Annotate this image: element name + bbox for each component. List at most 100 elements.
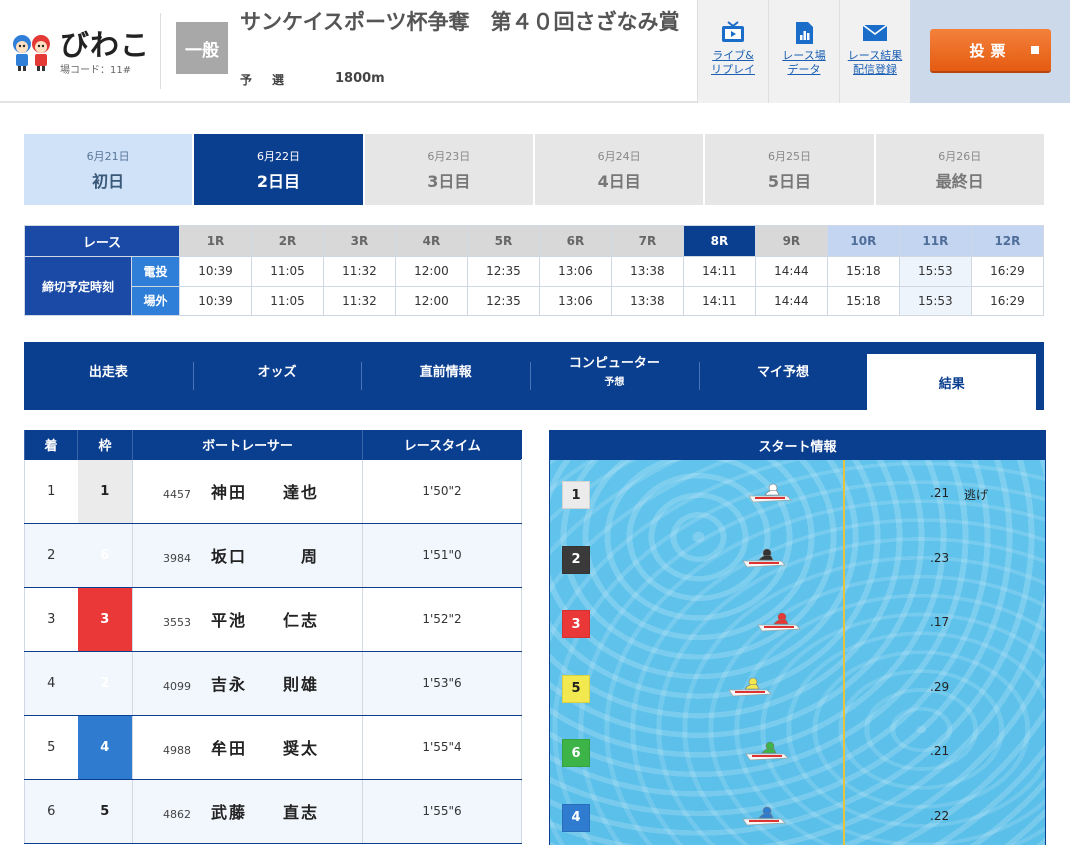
day-tab-label: 5日目 — [767, 171, 812, 191]
vote-button[interactable]: 投票 — [930, 29, 1051, 71]
racer-name[interactable]: 武藤 直志 — [211, 803, 319, 822]
race-tab-8[interactable]: 8R — [682, 225, 756, 257]
result-time: 1'53"6 — [362, 650, 522, 716]
start-row: 2.23 — [550, 539, 1045, 579]
result-waku: 6 — [77, 522, 133, 588]
race-tab-5[interactable]: 5R — [466, 225, 540, 257]
day-tab-label: 初日 — [92, 171, 125, 191]
result-row: 6 5 4862 武藤 直志 1'55"6 — [24, 778, 522, 844]
chart-doc-icon — [796, 22, 813, 44]
nav-tab-1[interactable]: 出走表 — [24, 348, 193, 392]
day-tab-date: 6月22日 — [256, 149, 300, 163]
nav-tab-5[interactable]: マイ予想 — [698, 348, 868, 392]
jogai-time: 15:53 — [898, 285, 972, 316]
result-racer[interactable]: 3553 平池 仁志 — [132, 586, 363, 652]
result-racer[interactable]: 4099 吉永 則雄 — [132, 650, 363, 716]
header-links: ライブ& リプレイ レース場 データ レース結果 配信登録 — [697, 0, 910, 103]
race-time-header: レースタイム — [362, 430, 522, 459]
racer-name[interactable]: 坂口 周 — [211, 547, 319, 566]
racer-header: ボートレーサー — [132, 430, 363, 459]
start-line — [843, 460, 845, 845]
race-tab-7[interactable]: 7R — [610, 225, 684, 257]
day-tab-date: 6月24日 — [597, 149, 641, 163]
denpyo-label: 電投 — [130, 256, 181, 287]
jogai-time: 14:11 — [682, 285, 756, 316]
grade-badge: 一般 — [176, 22, 228, 74]
start-row: 3.17 — [550, 603, 1045, 643]
racer-reg-number: 4099 — [163, 680, 191, 693]
day-tab-date: 6月21日 — [86, 149, 130, 163]
day-tab-1[interactable]: 6月21日初日 — [24, 134, 193, 205]
venue-data-link[interactable]: レース場 データ — [768, 0, 839, 103]
result-racer[interactable]: 4862 武藤 直志 — [132, 778, 363, 844]
result-time: 1'50"2 — [362, 458, 522, 524]
result-rank: 1 — [24, 458, 78, 524]
result-time: 1'55"6 — [362, 778, 522, 844]
result-row: 1 1 4457 神田 達也 1'50"2 — [24, 458, 522, 524]
result-mail-label: レース結果 配信登録 — [847, 49, 903, 76]
race-tab-4[interactable]: 4R — [394, 225, 468, 257]
day-tab-date: 6月26日 — [938, 149, 982, 163]
result-mail-link[interactable]: レース結果 配信登録 — [839, 0, 910, 103]
result-racer[interactable]: 4457 神田 達也 — [132, 458, 363, 524]
live-replay-label: ライブ& リプレイ — [711, 49, 755, 76]
result-rank: 5 — [24, 714, 78, 780]
jogai-time: 13:38 — [610, 285, 684, 316]
start-timing: .23 — [930, 550, 950, 565]
race-tab-2[interactable]: 2R — [251, 225, 324, 257]
jogai-time: 11:05 — [251, 285, 324, 316]
day-tab-3[interactable]: 6月23日 3日目 — [364, 134, 533, 205]
denpyo-time: 15:18 — [826, 256, 900, 287]
nav-tab-label: オッズ — [257, 364, 297, 380]
boat-icon — [728, 677, 772, 696]
day-tab-4[interactable]: 6月24日 4日目 — [534, 134, 704, 205]
race-number-row: レース 1R 2R 3R 4R 5R 6R 7R 8R 9R 10R 11R 12R — [23, 225, 1045, 257]
racer-name[interactable]: 神田 達也 — [211, 483, 319, 502]
nav-tab-3[interactable]: 直前情報 — [361, 348, 530, 392]
result-rank: 4 — [24, 650, 78, 716]
denpyo-time: 13:06 — [538, 256, 612, 287]
racer-name[interactable]: 平池 仁志 — [211, 611, 319, 630]
start-info-panel: スタート情報 1.21 逃げ 2.23 3.17 5.29 6.21 4.22 — [549, 430, 1046, 845]
result-racer[interactable]: 3984 坂口 周 — [132, 522, 363, 588]
racer-name[interactable]: 牟田 奨太 — [211, 739, 319, 758]
jogai-time: 11:32 — [322, 285, 396, 316]
race-header: レース — [23, 225, 181, 257]
race-tab-3[interactable]: 3R — [322, 225, 396, 257]
nav-tab-2[interactable]: オッズ — [192, 348, 362, 392]
day-tab-5[interactable]: 6月25日 5日目 — [705, 134, 874, 205]
jogai-time: 12:35 — [466, 285, 540, 316]
race-tab-6[interactable]: 6R — [538, 225, 612, 257]
denpyo-time: 16:29 — [970, 256, 1045, 287]
nav-tab-6[interactable]: 結果 — [867, 354, 1037, 410]
race-tab-11[interactable]: 11R — [898, 225, 972, 257]
day-tab-2[interactable]: 6月22日 2日目 — [194, 134, 363, 205]
race-tab-1[interactable]: 1R — [179, 225, 252, 257]
day-tab-6[interactable]: 6月26日 最終日 — [875, 134, 1044, 205]
race-tab-12[interactable]: 12R — [970, 225, 1045, 257]
external-window-icon — [1031, 46, 1039, 54]
denpyo-time: 13:38 — [610, 256, 684, 287]
nav-tab-label: 直前情報 — [419, 364, 472, 380]
start-row: 6.21 — [550, 732, 1045, 772]
boat-icon — [745, 741, 790, 761]
vote-area: 投票 — [910, 0, 1070, 103]
start-info-title: スタート情報 — [550, 431, 1045, 460]
nav-tab-4[interactable]: コンピューター 予想 — [530, 348, 699, 392]
result-racer[interactable]: 4988 牟田 奨太 — [132, 714, 363, 780]
race-tab-10[interactable]: 10R — [826, 225, 900, 257]
start-lane-badge: 6 — [562, 739, 590, 767]
venue-mascot-icon — [13, 35, 50, 71]
race-tab-9[interactable]: 9R — [754, 225, 828, 257]
denpyo-time: 11:05 — [251, 256, 324, 287]
racer-name[interactable]: 吉永 則雄 — [211, 675, 319, 694]
race-schedule-table: レース 1R 2R 3R 4R 5R 6R 7R 8R 9R 10R 11R 12R 締切予定時刻 電… — [23, 225, 1045, 316]
boat-icon — [742, 806, 787, 825]
day-tab-label: 4日目 — [597, 171, 641, 191]
nav-tab-label: 結果 — [938, 376, 965, 392]
live-replay-link[interactable]: ライブ& リプレイ — [697, 0, 768, 103]
venue-name: びわこ — [60, 28, 151, 62]
result-row: 4 2 4099 吉永 則雄 1'53"6 — [24, 650, 522, 716]
jogai-time: 15:18 — [826, 285, 900, 316]
race-title: サンケイスポーツ杯争奪 第４０回さざなみ賞 — [240, 10, 680, 34]
